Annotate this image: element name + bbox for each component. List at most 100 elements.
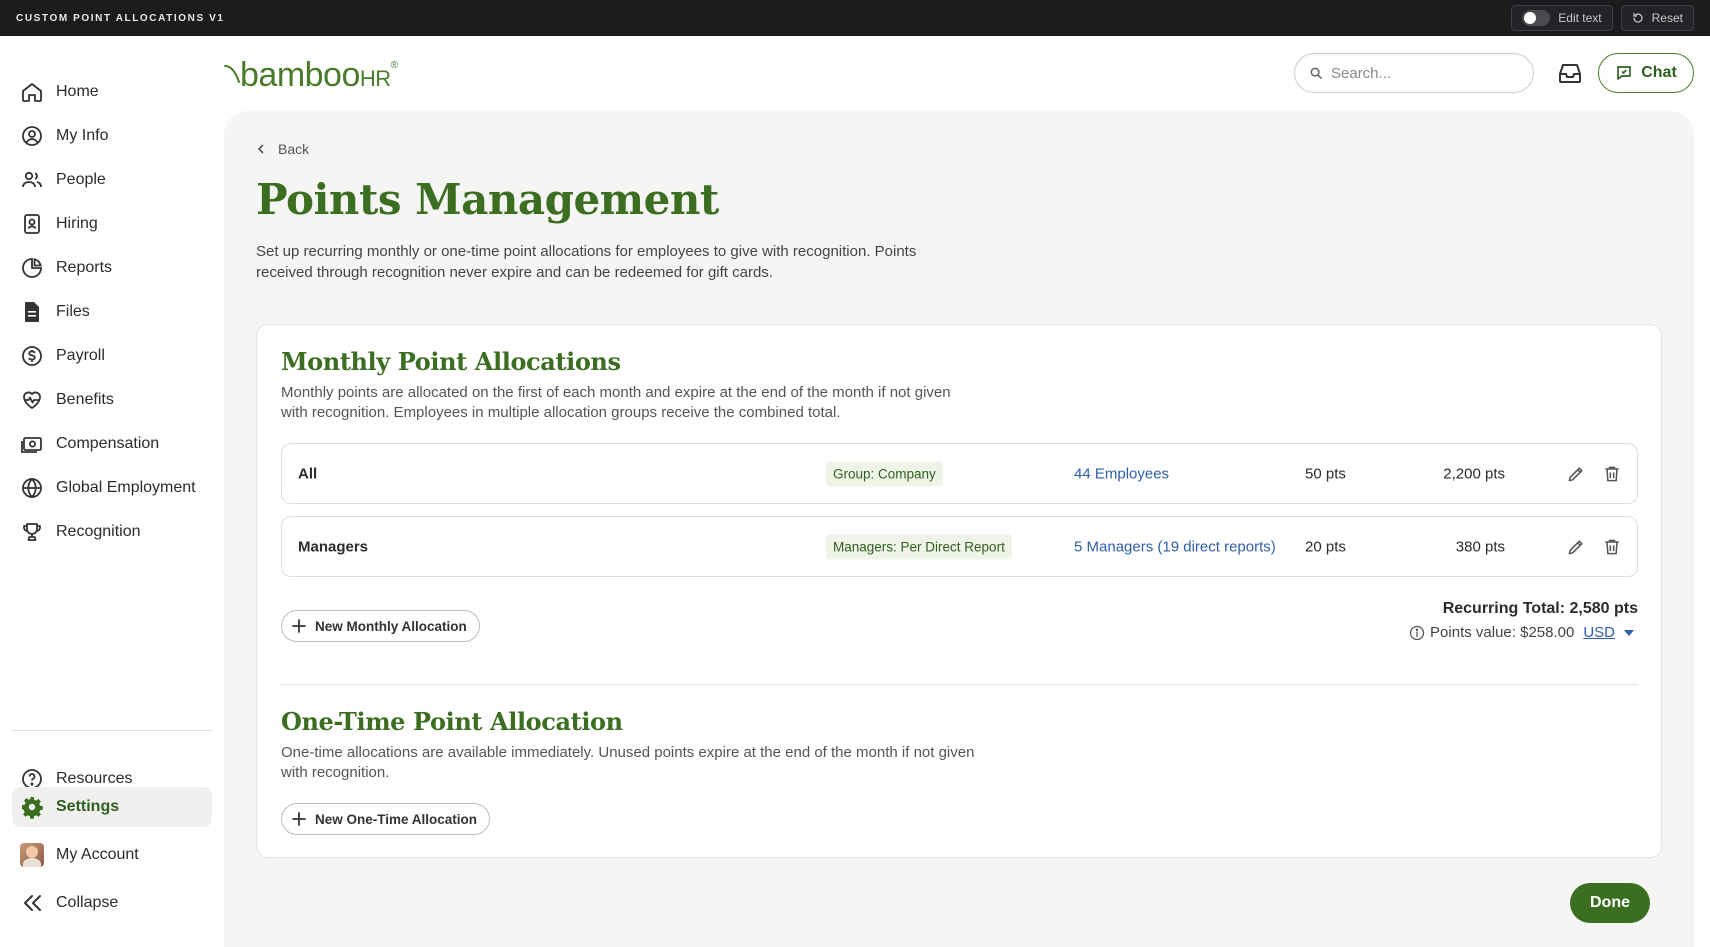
allocations-card: Monthly Point Allocations Monthly points… xyxy=(256,324,1662,858)
section-divider xyxy=(281,684,1638,685)
button-label: New One-Time Allocation xyxy=(315,811,478,827)
heart-pulse-icon xyxy=(23,391,41,409)
sidebar-item-files[interactable]: Files xyxy=(12,292,212,332)
chat-button[interactable]: Chat xyxy=(1598,53,1694,93)
allocation-row: All Group: Company 44 Employees 50 pts 2… xyxy=(281,443,1638,504)
allocation-name: Managers xyxy=(298,538,369,555)
new-one-time-allocation-button[interactable]: New One-Time Allocation xyxy=(281,803,491,835)
allocation-name: All xyxy=(298,465,318,482)
top-bar: CUSTOM POINT ALLOCATIONS V1 Edit text Re… xyxy=(0,0,1710,36)
points-total: 2,200 pts xyxy=(1443,465,1505,482)
sidebar-item-payroll[interactable]: Payroll xyxy=(12,336,212,376)
back-link[interactable]: Back xyxy=(256,141,309,157)
sidebar-item-label: Reports xyxy=(56,259,113,276)
dollar-circle-icon xyxy=(22,346,42,366)
group-badge: Managers: Per Direct Report xyxy=(826,534,1012,559)
reset-button[interactable]: Reset xyxy=(1620,5,1694,31)
button-label: New Monthly Allocation xyxy=(315,618,467,634)
trash-icon[interactable] xyxy=(1602,537,1622,557)
sidebar-item-settings[interactable]: Settings xyxy=(12,787,212,827)
chevron-left-icon xyxy=(257,144,264,154)
plus-icon xyxy=(292,812,306,826)
caret-down-icon[interactable] xyxy=(1620,627,1638,639)
search-placeholder: Search... xyxy=(1331,64,1392,82)
points-total: 380 pts xyxy=(1455,538,1505,555)
sidebar-item-hiring[interactable]: Hiring xyxy=(12,204,212,244)
chat-icon xyxy=(1617,66,1632,80)
user-circle-icon xyxy=(22,126,42,146)
sidebar-item-recognition[interactable]: Recognition xyxy=(12,512,212,552)
sidebar-collapse-button[interactable]: Collapse xyxy=(12,883,212,923)
back-label: Back xyxy=(278,141,310,157)
edit-text-toggle[interactable]: Edit text xyxy=(1511,5,1613,31)
topbar-actions: Edit text Reset xyxy=(1511,5,1694,31)
sidebar-item-label: Files xyxy=(56,303,90,320)
one-time-section-title: One-Time Point Allocation xyxy=(281,707,623,736)
edit-pencil-icon[interactable] xyxy=(1566,537,1586,557)
chat-label: Chat xyxy=(1641,64,1677,81)
main-panel: Back Points Management Set up recurring … xyxy=(224,111,1694,947)
logo-wordmark: bamboo xyxy=(240,56,360,94)
search-input[interactable]: Search... xyxy=(1294,53,1534,93)
file-icon xyxy=(25,302,39,322)
sidebar-item-compensation[interactable]: Compensation xyxy=(12,424,212,464)
bamboohr-logo[interactable]: bamboo HR ® xyxy=(224,56,398,94)
reset-icon xyxy=(1633,12,1643,23)
trophy-icon xyxy=(23,523,41,541)
double-chevron-left-icon xyxy=(24,895,41,911)
group-badge: Group: Company xyxy=(826,461,943,486)
sidebar-item-label: Payroll xyxy=(56,347,105,364)
points-per-person: 20 pts xyxy=(1305,538,1346,555)
people-icon xyxy=(22,171,42,188)
home-icon xyxy=(22,83,42,102)
edit-pencil-icon[interactable] xyxy=(1566,464,1586,484)
employees-link[interactable]: 5 Managers (19 direct reports) xyxy=(1074,538,1276,555)
badge-icon xyxy=(24,214,40,234)
gear-icon xyxy=(22,797,43,819)
logo-hr: HR xyxy=(359,66,391,91)
monthly-section-title: Monthly Point Allocations xyxy=(281,347,621,376)
page-description: Set up recurring monthly or one-time poi… xyxy=(256,243,917,281)
info-icon xyxy=(1409,625,1425,640)
sidebar-item-label: Global Employment xyxy=(56,479,196,496)
page-title: Points Management xyxy=(256,175,719,224)
sidebar-item-label: Compensation xyxy=(56,435,160,452)
avatar xyxy=(20,843,44,867)
points-per-person: 50 pts xyxy=(1305,465,1346,482)
pie-chart-icon xyxy=(22,258,42,278)
sidebar-item-global-employment[interactable]: Global Employment xyxy=(12,468,212,508)
sidebar-item-label: Settings xyxy=(56,798,120,815)
currency-select[interactable]: USD xyxy=(1583,624,1615,641)
sidebar: Home My Info People Hiring Reports Files… xyxy=(0,36,224,947)
search-icon xyxy=(1310,67,1323,80)
sidebar-item-home[interactable]: Home xyxy=(12,72,212,112)
sidebar-item-label: Resources xyxy=(56,770,133,787)
reset-label: Reset xyxy=(1651,11,1683,25)
sidebar-item-benefits[interactable]: Benefits xyxy=(12,380,212,420)
toggle-switch-icon xyxy=(1522,10,1551,26)
sidebar-item-label: People xyxy=(56,171,106,188)
globe-icon xyxy=(22,477,42,499)
points-value-line: Points value: $258.00 USD xyxy=(1409,624,1638,641)
new-monthly-allocation-button[interactable]: New Monthly Allocation xyxy=(281,610,480,642)
recurring-totals: Recurring Total: 2,580 pts Points value:… xyxy=(1409,600,1638,641)
sidebar-item-my-info[interactable]: My Info xyxy=(12,116,212,156)
sidebar-item-label: My Account xyxy=(56,846,139,863)
employees-link[interactable]: 44 Employees xyxy=(1074,465,1169,482)
plus-icon xyxy=(292,619,306,633)
prototype-title: CUSTOM POINT ALLOCATIONS V1 xyxy=(16,12,225,24)
inbox-button[interactable] xyxy=(1555,56,1585,90)
sidebar-item-reports[interactable]: Reports xyxy=(12,248,212,288)
monthly-section-description: Monthly points are allocated on the firs… xyxy=(281,384,951,421)
points-value: Points value: $258.00 xyxy=(1430,624,1575,641)
allocation-row: Managers Managers: Per Direct Report 5 M… xyxy=(281,516,1638,577)
sidebar-item-label: Collapse xyxy=(56,894,119,911)
one-time-section-description: One-time allocations are available immed… xyxy=(281,744,975,781)
sidebar-divider xyxy=(12,730,212,731)
sidebar-item-my-account[interactable]: My Account xyxy=(12,835,212,875)
done-button[interactable]: Done xyxy=(1570,883,1650,923)
sidebar-item-people[interactable]: People xyxy=(12,160,212,200)
edit-text-label: Edit text xyxy=(1558,11,1602,25)
recurring-total: Recurring Total: 2,580 pts xyxy=(1442,600,1638,617)
trash-icon[interactable] xyxy=(1602,464,1622,484)
